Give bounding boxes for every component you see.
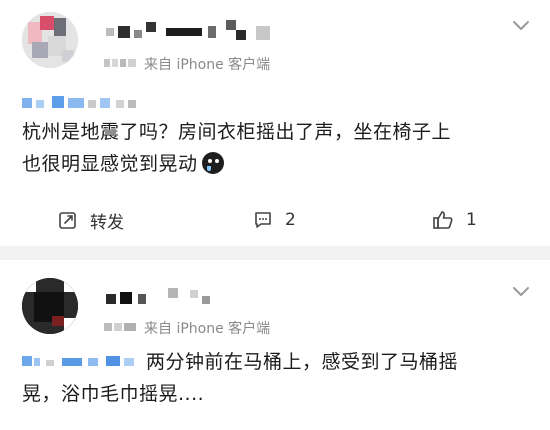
- content-line-1: 杭州是地震了吗？房间衣柜摇出了声，坐在椅子上: [22, 121, 452, 143]
- username[interactable]: [106, 286, 216, 310]
- forward-button[interactable]: 转发: [58, 202, 124, 238]
- comment-count: 2: [285, 210, 296, 230]
- content-line-2-text: 也很明显感觉到晃动: [22, 153, 198, 175]
- source-line: 来自 iPhone 客户端: [104, 54, 271, 74]
- content-line-1-text: 两分钟前在马桶上，感受到了马桶摇: [146, 351, 459, 373]
- like-count: 1: [466, 210, 477, 230]
- blurred-mention: [22, 96, 136, 108]
- crying-emoji-icon: [201, 152, 224, 174]
- post-card: 来自 iPhone 客户端 杭州是地震了吗？房间衣柜摇出了声，坐在椅子上 也很明…: [0, 0, 550, 246]
- comment-icon: [255, 212, 271, 228]
- content-line-1: 两分钟前在马桶上，感受到了马桶摇: [22, 346, 530, 378]
- source-line: 来自 iPhone 客户端: [104, 318, 271, 338]
- post-separator: [0, 246, 550, 260]
- like-button[interactable]: 1: [432, 202, 477, 238]
- content-line-2: 也很明显感觉到晃动: [22, 148, 530, 180]
- blurred-time: [104, 59, 136, 67]
- source-text: 来自 iPhone 客户端: [144, 57, 271, 73]
- chevron-down-icon[interactable]: [512, 20, 530, 32]
- blurred-mention: [22, 356, 134, 366]
- avatar[interactable]: [22, 12, 78, 68]
- post-content: 两分钟前在马桶上，感受到了马桶摇 晃，浴巾毛巾摇晃....: [22, 346, 530, 410]
- blurred-time: [104, 323, 136, 331]
- source-text: 来自 iPhone 客户端: [144, 321, 271, 337]
- username[interactable]: [106, 16, 276, 46]
- forward-icon: [59, 212, 76, 229]
- chevron-down-icon[interactable]: [512, 286, 530, 298]
- post-content: 杭州是地震了吗？房间衣柜摇出了声，坐在椅子上 也很明显感觉到晃动: [22, 116, 530, 180]
- comment-button[interactable]: 2: [253, 202, 296, 238]
- forward-label: 转发: [90, 212, 124, 233]
- content-line-2: 晃，浴巾毛巾摇晃....: [22, 383, 205, 405]
- avatar[interactable]: [22, 278, 78, 334]
- thumbs-up-icon: [433, 211, 453, 229]
- action-bar: 转发 2 1: [0, 202, 550, 238]
- post-card: 来自 iPhone 客户端 两分钟前在马桶上，感受到了马桶摇 晃，浴巾毛巾摇晃.…: [0, 260, 550, 430]
